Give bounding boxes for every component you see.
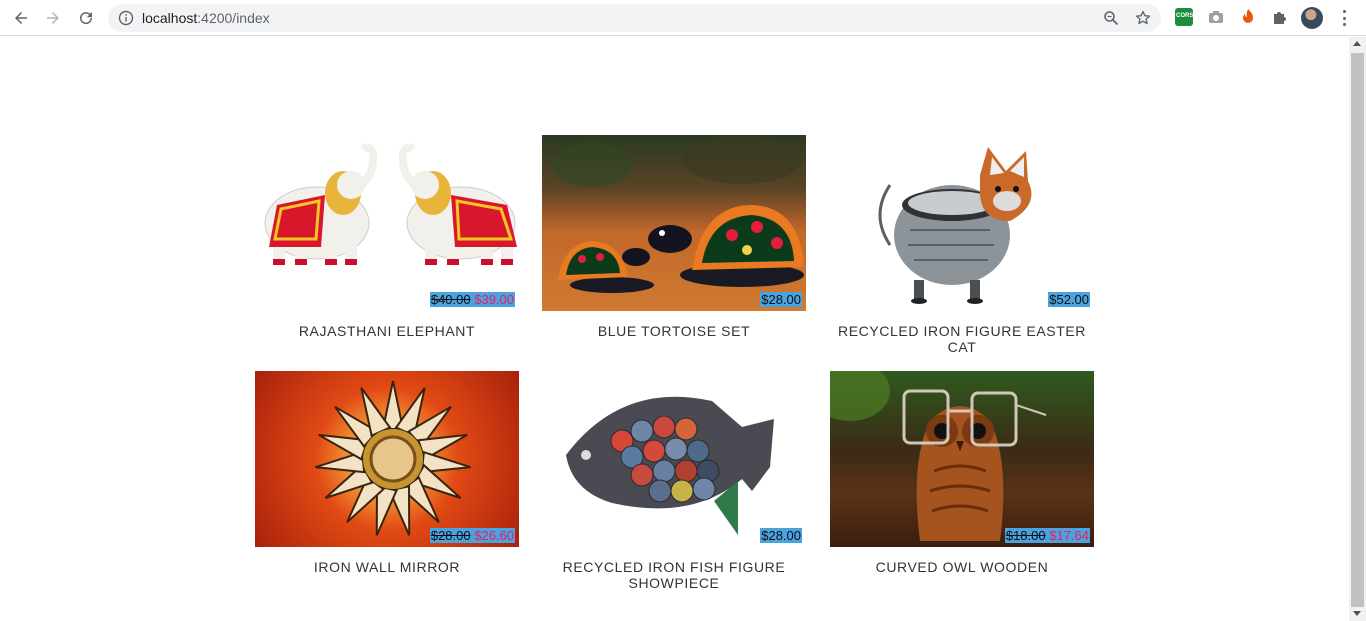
price-current: $28.00 xyxy=(761,292,801,307)
arrow-right-icon xyxy=(47,12,59,24)
flame-icon xyxy=(1243,9,1253,23)
price-old: $18.00 xyxy=(1005,528,1046,543)
profile-avatar[interactable] xyxy=(1301,7,1323,29)
product-title[interactable]: RECYCLED IRON FISH FIGURE SHOWPIECE xyxy=(542,559,806,591)
price-new: $17.64 xyxy=(1049,528,1089,543)
product-title[interactable]: IRON WALL MIRROR xyxy=(255,559,519,575)
product-card[interactable]: $52.00 RECYCLED IRON FIGURE EASTER CAT xyxy=(830,135,1094,355)
price-old: $28.00 xyxy=(430,528,471,543)
arrow-left-icon xyxy=(15,12,27,24)
product-image[interactable]: $52.00 xyxy=(830,135,1094,311)
product-title[interactable]: BLUE TORTOISE SET xyxy=(542,323,806,339)
tortoise-set-image xyxy=(552,136,804,293)
address-bar[interactable]: localhost:4200/index xyxy=(108,4,1161,32)
scrollbar-thumb[interactable] xyxy=(1351,53,1364,607)
owl-spectacle-holder-image xyxy=(830,371,1047,541)
product-title[interactable]: CURVED OWL WOODEN xyxy=(830,559,1094,575)
product-card[interactable]: $28.00 RECYCLED IRON FISH FIGURE SHOWPIE… xyxy=(542,371,806,591)
price-tag: $52.00 xyxy=(1048,292,1090,307)
url-text[interactable]: localhost:4200/index xyxy=(142,10,270,26)
price-tag: $28.00 xyxy=(760,292,802,307)
price-tag: $28.00 xyxy=(760,528,802,543)
product-card[interactable]: $40.00 $39.00 RAJASTHANI ELEPHANT xyxy=(255,135,519,339)
price-new: $26.60 xyxy=(474,528,514,543)
bookmark-star-icon[interactable] xyxy=(1135,10,1151,26)
product-image[interactable]: $28.00 xyxy=(542,371,806,547)
price-tag: $28.00 $26.60 xyxy=(429,528,515,543)
scroll-up-arrow-icon[interactable] xyxy=(1353,41,1361,46)
back-button[interactable] xyxy=(9,6,33,30)
orange-extension-icon[interactable] xyxy=(1239,8,1257,26)
iron-fish-image xyxy=(566,396,774,535)
product-image[interactable]: $28.00 $26.60 xyxy=(255,371,519,547)
price-current: $28.00 xyxy=(761,528,801,543)
browser-menu-button[interactable] xyxy=(1336,8,1352,28)
url-path: :4200/index xyxy=(197,10,270,26)
reload-icon xyxy=(80,12,93,25)
sunflower-mirror-image xyxy=(315,380,471,536)
camera-extension-icon[interactable] xyxy=(1207,8,1225,26)
product-card[interactable]: $28.00 $26.60 IRON WALL MIRROR xyxy=(255,371,519,575)
product-image[interactable]: $40.00 $39.00 xyxy=(255,135,519,311)
cors-extension-icon[interactable]: CORS xyxy=(1175,8,1193,26)
product-image[interactable]: $18.00 $17.64 xyxy=(830,371,1094,547)
price-tag: $40.00 $39.00 xyxy=(429,292,515,307)
product-card[interactable]: $28.00 BLUE TORTOISE SET xyxy=(542,135,806,339)
reload-button[interactable] xyxy=(74,6,98,30)
browser-toolbar: localhost:4200/index CORS xyxy=(0,0,1366,36)
puzzle-extensions-icon[interactable] xyxy=(1271,8,1289,26)
puzzle-icon xyxy=(1274,12,1286,24)
info-icon[interactable] xyxy=(118,10,134,26)
cors-label: CORS xyxy=(1176,13,1194,19)
price-tag: $18.00 $17.64 xyxy=(1004,528,1090,543)
price-old: $40.00 xyxy=(430,292,471,307)
elephant-pair-image xyxy=(264,143,517,265)
iron-cat-image xyxy=(878,147,1032,304)
url-host: localhost xyxy=(142,10,198,26)
zoom-icon[interactable] xyxy=(1103,10,1119,26)
product-title[interactable]: RAJASTHANI ELEPHANT xyxy=(255,323,519,339)
product-card[interactable]: $18.00 $17.64 CURVED OWL WOODEN xyxy=(830,371,1094,575)
page-scrollbar[interactable] xyxy=(1349,37,1366,621)
camera-icon xyxy=(1209,11,1223,23)
price-new: $39.00 xyxy=(474,292,514,307)
forward-button[interactable] xyxy=(41,6,65,30)
product-title[interactable]: RECYCLED IRON FIGURE EASTER CAT xyxy=(830,323,1094,355)
price-current: $52.00 xyxy=(1049,292,1089,307)
scroll-down-arrow-icon[interactable] xyxy=(1353,611,1361,616)
product-image[interactable]: $28.00 xyxy=(542,135,806,311)
